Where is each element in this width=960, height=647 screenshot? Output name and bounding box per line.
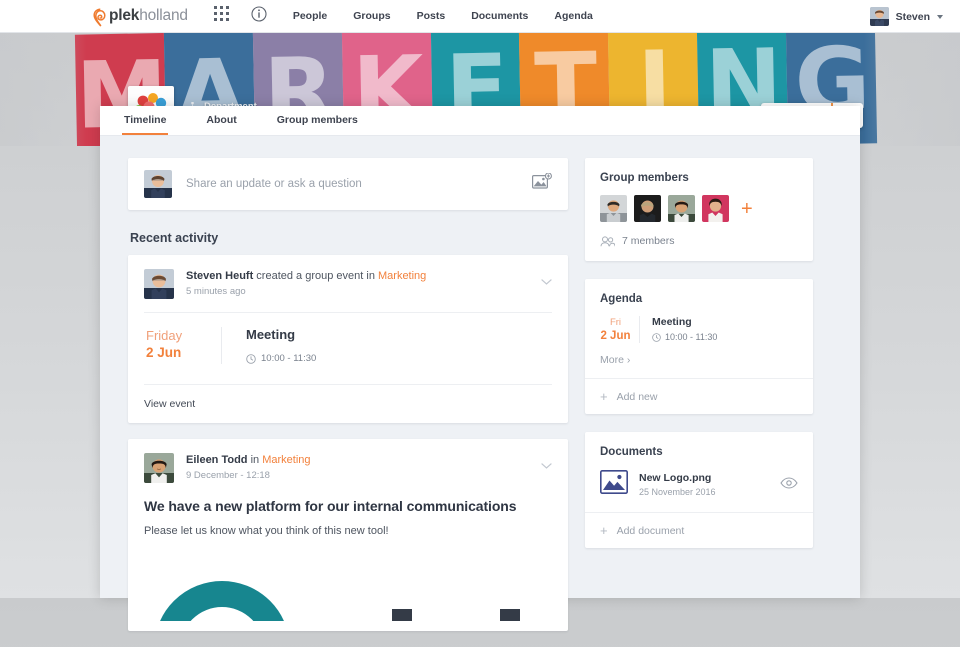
agenda-more-link[interactable]: More › bbox=[585, 343, 813, 378]
event-date: Friday 2 Jun bbox=[136, 327, 222, 364]
agenda-item[interactable]: Fri 2 Jun Meeting 10:00 - 11:30 bbox=[585, 305, 813, 343]
plus-icon: + bbox=[600, 389, 608, 404]
document-date: 25 November 2016 bbox=[639, 487, 716, 497]
avatar[interactable] bbox=[144, 453, 174, 483]
post-action-text: created a group event in bbox=[253, 270, 378, 282]
event-title: Meeting bbox=[246, 327, 296, 342]
event-daymonth: 2 Jun bbox=[146, 345, 182, 360]
nav-item-people[interactable]: People bbox=[293, 10, 327, 22]
chevron-down-icon bbox=[937, 14, 943, 19]
agenda-item-daymonth: 2 Jun bbox=[600, 330, 631, 342]
post-options-chevron-down-icon[interactable] bbox=[541, 272, 552, 290]
sidebar-column: Group members + 7 members Agenda Fri 2 J… bbox=[585, 158, 813, 647]
agenda-item-time: 10:00 - 11:30 bbox=[652, 332, 717, 342]
post-timestamp: 5 minutes ago bbox=[186, 286, 246, 297]
documents-add-button[interactable]: + Add document bbox=[585, 512, 813, 548]
post-author[interactable]: Steven Heuft bbox=[186, 270, 253, 282]
member-avatar[interactable] bbox=[668, 195, 695, 222]
agenda-add-new-button[interactable]: + Add new bbox=[585, 378, 813, 414]
nav-item-posts[interactable]: Posts bbox=[417, 10, 446, 22]
agenda-item-time-label: 10:00 - 11:30 bbox=[665, 332, 718, 342]
logo-text-bold: plek bbox=[109, 7, 140, 24]
member-avatar[interactable] bbox=[702, 195, 729, 222]
image-file-icon bbox=[600, 470, 628, 499]
info-icon[interactable] bbox=[251, 5, 267, 27]
group-members-card: Group members + 7 members bbox=[585, 158, 813, 261]
avatar bbox=[869, 7, 889, 26]
member-avatar[interactable] bbox=[600, 195, 627, 222]
post-action-text: in bbox=[247, 454, 263, 466]
app-logo[interactable]: plekholland bbox=[93, 7, 188, 27]
documents-add-label: Add document bbox=[616, 524, 685, 537]
user-menu-label: Steven bbox=[895, 10, 930, 23]
post-timestamp: 9 December - 12:18 bbox=[186, 470, 270, 481]
tab-group-members[interactable]: Group members bbox=[275, 106, 360, 135]
clock-icon bbox=[246, 353, 256, 364]
clock-icon bbox=[652, 332, 661, 342]
post-item: Eileen Todd in Marketing 9 December - 12… bbox=[128, 439, 568, 631]
post-header: Steven Heuft created a group event in Ma… bbox=[128, 255, 568, 312]
user-menu[interactable]: Steven bbox=[869, 0, 943, 33]
member-avatar[interactable] bbox=[634, 195, 661, 222]
event-time: 10:00 - 11:30 bbox=[246, 353, 316, 364]
member-avatars: + bbox=[585, 184, 813, 222]
nav-item-agenda[interactable]: Agenda bbox=[554, 10, 593, 22]
post-author[interactable]: Eileen Todd bbox=[186, 454, 248, 466]
nav-item-documents[interactable]: Documents bbox=[471, 10, 528, 22]
post-options-chevron-down-icon[interactable] bbox=[541, 456, 552, 474]
avatar[interactable] bbox=[144, 269, 174, 299]
main-navigation: People Groups Posts Documents Agenda bbox=[293, 10, 619, 22]
event-time-label: 10:00 - 11:30 bbox=[261, 353, 317, 364]
agenda-add-new-label: Add new bbox=[616, 390, 658, 403]
agenda-card: Agenda Fri 2 Jun Meeting 10:00 - 11:30 M… bbox=[585, 279, 813, 414]
nav-item-groups[interactable]: Groups bbox=[353, 10, 390, 22]
tab-timeline[interactable]: Timeline bbox=[122, 106, 169, 135]
plek-logo-icon bbox=[93, 7, 108, 27]
card-title-documents: Documents bbox=[600, 446, 663, 458]
view-event-link[interactable]: View event bbox=[128, 385, 568, 423]
plus-icon: + bbox=[600, 523, 608, 538]
top-navigation-bar: plekholland People Groups Posts Document… bbox=[0, 0, 960, 33]
card-title-agenda: Agenda bbox=[600, 293, 643, 305]
post-group-link[interactable]: Marketing bbox=[378, 270, 426, 282]
group-tabs: Timeline About Group members bbox=[100, 106, 860, 136]
logo-text-light: holland bbox=[139, 7, 188, 24]
section-title-recent-activity: Recent activity bbox=[130, 231, 219, 245]
post-attached-image[interactable] bbox=[144, 551, 552, 621]
tab-about[interactable]: About bbox=[204, 106, 238, 135]
panel-body: Share an update or ask a question Recent… bbox=[100, 136, 860, 647]
event-card[interactable]: Friday 2 Jun Meeting 10:00 - 11:30 bbox=[128, 313, 568, 384]
people-icon bbox=[600, 235, 615, 246]
add-image-icon[interactable] bbox=[532, 171, 552, 196]
agenda-item-info: Meeting 10:00 - 11:30 bbox=[640, 316, 717, 343]
agenda-item-weekday: Fri bbox=[609, 317, 622, 328]
event-weekday: Friday bbox=[146, 328, 183, 343]
members-count-label: 7 members bbox=[622, 235, 675, 247]
post-text: Please let us know what you think of thi… bbox=[144, 525, 389, 537]
documents-card: Documents New Logo.png 25 November 2016 bbox=[585, 432, 813, 548]
post-composer[interactable]: Share an update or ask a question bbox=[128, 158, 568, 210]
grid-icon[interactable] bbox=[213, 6, 229, 26]
post-header: Eileen Todd in Marketing 9 December - 12… bbox=[128, 439, 568, 496]
document-item[interactable]: New Logo.png 25 November 2016 bbox=[585, 458, 813, 512]
members-count[interactable]: 7 members bbox=[585, 222, 813, 261]
event-info: Meeting 10:00 - 11:30 bbox=[222, 327, 316, 364]
content-panel: Timeline About Group members Share an up bbox=[100, 106, 860, 631]
agenda-item-date: Fri 2 Jun bbox=[600, 316, 640, 343]
share-update-input[interactable]: Share an update or ask a question bbox=[186, 178, 532, 190]
post-title[interactable]: We have a new platform for our internal … bbox=[144, 498, 552, 514]
post-item: Steven Heuft created a group event in Ma… bbox=[128, 255, 568, 423]
card-title-group-members: Group members bbox=[600, 172, 689, 184]
avatar bbox=[144, 170, 172, 198]
agenda-item-title: Meeting bbox=[652, 316, 692, 328]
document-name: New Logo.png bbox=[639, 472, 712, 484]
post-body: We have a new platform for our internal … bbox=[128, 496, 568, 631]
document-preview-eye-icon[interactable] bbox=[780, 476, 798, 494]
timeline-column: Share an update or ask a question Recent… bbox=[128, 158, 568, 647]
add-member-plus-icon[interactable]: + bbox=[741, 199, 753, 219]
post-group-link[interactable]: Marketing bbox=[262, 454, 310, 466]
